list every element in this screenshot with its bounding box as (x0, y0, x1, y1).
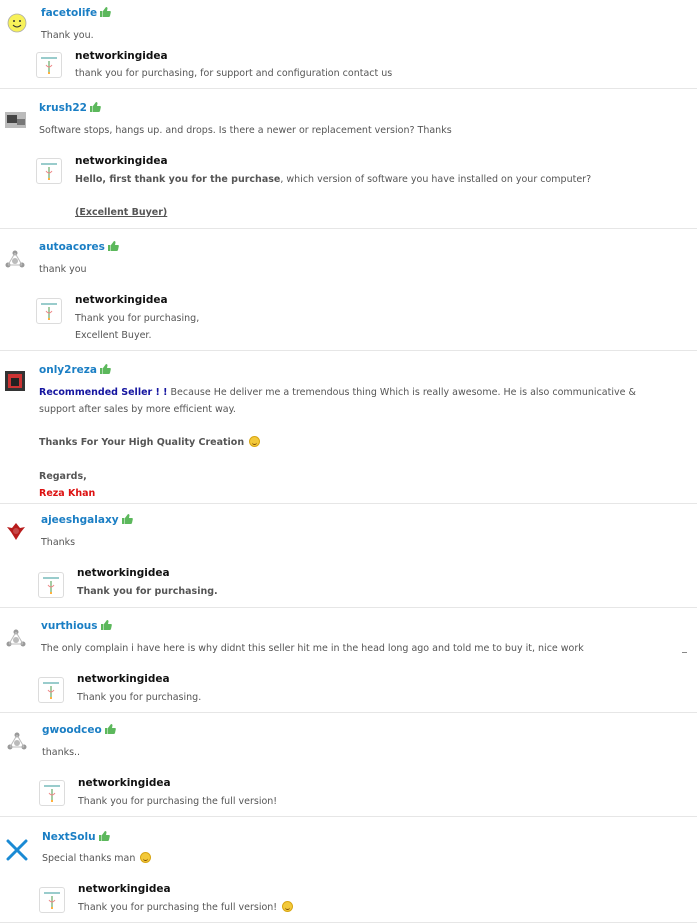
avatar[interactable] (5, 109, 27, 131)
review-item: krush22 Software stops, hangs up. and dr… (0, 88, 697, 229)
seller-avatar[interactable] (38, 572, 64, 598)
seller-name[interactable]: networkingidea (77, 673, 170, 685)
smiley-icon (282, 901, 294, 912)
review-text-line: support after sales by more efficient wa… (39, 404, 236, 415)
username-link[interactable]: gwoodceo (42, 724, 102, 736)
review-text: thank you (39, 264, 87, 275)
seller-reply: Hello, first thank you for the purchase,… (75, 171, 591, 188)
seller-reply: Thank you for purchasing, (75, 313, 200, 324)
smiley-icon (140, 852, 152, 863)
seller-avatar[interactable] (38, 677, 64, 703)
signature-text: Reza Khan (39, 488, 96, 499)
review-item: facetolife Thank you. networkingidea tha… (0, 0, 697, 89)
review-text: Recommended Seller ! ! Because He delive… (39, 384, 639, 418)
thumbs-up-icon (89, 102, 101, 115)
thumbs-up-icon (100, 7, 111, 20)
smiley-icon (249, 436, 261, 447)
review-text: Special thanks man (42, 850, 642, 867)
thanks-line: Thanks For Your High Quality Creation (39, 434, 639, 451)
exclaim-text: ! ! (152, 387, 168, 398)
seller-avatar[interactable] (36, 298, 62, 324)
default-avatar-icon[interactable] (4, 248, 26, 270)
seller-avatar[interactable] (36, 158, 62, 184)
seller-reply: Thank you for purchasing. (77, 692, 202, 703)
avatar[interactable] (5, 520, 27, 542)
username-link[interactable]: ajeeshgalaxy (41, 514, 119, 526)
review-item: only2reza Recommended Seller ! ! Because… (0, 350, 697, 504)
review-text-line: Because He deliver me a tremendous thing… (167, 387, 636, 398)
review-item: vurthious The only complain i have here … (0, 607, 697, 713)
username-link[interactable]: only2reza (39, 364, 97, 376)
review-item: NextSolu Special thanks man networkingid… (0, 816, 697, 923)
review-text: thanks.. (42, 747, 81, 758)
review-item: autoacores thank you networkingidea Than… (0, 228, 697, 351)
default-avatar-icon[interactable] (5, 627, 27, 649)
reviewer-username[interactable]: vurthious (41, 620, 112, 633)
review-text: Thank you. (41, 30, 94, 41)
reviewer-username[interactable]: only2reza (39, 364, 111, 377)
seller-reply: Thank you for purchasing the full versio… (78, 899, 294, 916)
seller-name[interactable]: networkingidea (78, 883, 171, 895)
seller-reply: Thank you for purchasing the full versio… (78, 796, 278, 807)
thumbs-up-icon (98, 831, 110, 844)
seller-avatar[interactable] (39, 887, 65, 913)
reviewer-username[interactable]: NextSolu (42, 831, 110, 844)
review-item: gwoodceo thanks.. networkingidea Thank y… (0, 712, 697, 817)
review-text-content: Special thanks man (42, 853, 136, 864)
seller-name[interactable]: networkingidea (75, 294, 168, 306)
review-item: ajeeshgalaxy Thanks networkingidea Thank… (0, 503, 697, 608)
seller-name[interactable]: networkingidea (77, 567, 170, 579)
reviewer-username[interactable]: gwoodceo (42, 724, 116, 737)
avatar[interactable] (5, 370, 27, 392)
thumbs-up-icon (107, 241, 119, 254)
username-link[interactable]: facetolife (41, 7, 97, 19)
recommended-seller-label: Recommended Seller (39, 387, 153, 398)
thanks-text: Thanks For Your High Quality Creation (39, 437, 245, 448)
thumbs-up-icon (121, 514, 133, 527)
regards-text: Regards, (39, 471, 87, 482)
reply-text-content: Thank you for purchasing the full versio… (78, 902, 278, 913)
thumbs-up-icon (99, 364, 111, 377)
underscore-mark (682, 652, 687, 653)
seller-reply: thank you for purchasing, for support an… (75, 68, 393, 79)
thumbs-up-icon (100, 620, 112, 633)
avatar[interactable] (6, 12, 28, 34)
seller-avatar[interactable] (36, 52, 62, 78)
seller-reply: Excellent Buyer. (75, 330, 152, 341)
review-text: The only complain i have here is why did… (41, 643, 584, 654)
reviewer-username[interactable]: ajeeshgalaxy (41, 514, 133, 527)
username-link[interactable]: vurthious (41, 620, 98, 632)
x-logo-icon[interactable] (6, 839, 28, 861)
reviewer-username[interactable]: facetolife (41, 7, 111, 20)
seller-avatar[interactable] (39, 780, 65, 806)
seller-name[interactable]: networkingidea (75, 155, 168, 167)
reply-bold-text: Hello, first thank you for the purchase (75, 174, 281, 185)
seller-name[interactable]: networkingidea (78, 777, 171, 789)
username-link[interactable]: autoacores (39, 241, 105, 253)
seller-name[interactable]: networkingidea (75, 50, 168, 62)
reviewer-username[interactable]: krush22 (39, 102, 101, 115)
review-text: Software stops, hangs up. and drops. Is … (39, 125, 452, 136)
default-avatar-icon[interactable] (6, 730, 28, 752)
username-link[interactable]: NextSolu (42, 831, 96, 843)
seller-reply: Thank you for purchasing. (77, 586, 218, 597)
review-text: Thanks (41, 537, 76, 548)
excellent-buyer-tag: (Excellent Buyer) (75, 207, 168, 218)
reply-rest-text: , which version of software you have ins… (280, 174, 592, 185)
thumbs-up-icon (104, 724, 116, 737)
reviewer-username[interactable]: autoacores (39, 241, 119, 254)
username-link[interactable]: krush22 (39, 102, 87, 114)
